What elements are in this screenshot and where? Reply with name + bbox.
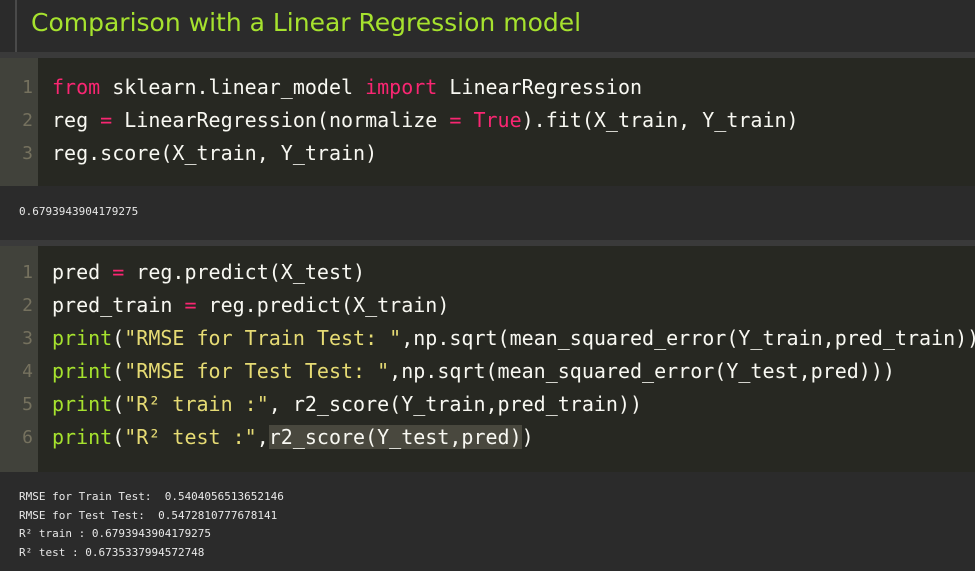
code-token: print (52, 425, 113, 449)
code-token: reg.predict(X_train) (196, 293, 450, 317)
code-text[interactable]: reg.score(X_train, Y_train) (52, 137, 377, 170)
code-line[interactable]: 6 print("R² test :",r2_score(Y_test,pred)… (0, 421, 975, 454)
code-token: print (52, 392, 113, 416)
code-text[interactable]: print("RMSE for Test Test: ",np.sqrt(mea… (52, 355, 895, 388)
code-cell-1[interactable]: 1 from sklearn.linear_model import Linear… (0, 58, 975, 186)
code-token: "R² train :" (124, 392, 269, 416)
code-token: , r2_score(Y_train,pred_train)) (268, 392, 643, 416)
cell-2-output: RMSE for Train Test: 0.5404056513652146 R… (0, 472, 975, 571)
code-line[interactable]: 2 reg = LinearRegression(normalize = True… (0, 104, 975, 137)
line-number: 3 (22, 143, 33, 164)
code-line[interactable]: 1 from sklearn.linear_model import Linear… (0, 71, 975, 104)
code-line[interactable]: 3 print("RMSE for Train Test: ",np.sqrt(m… (0, 322, 975, 355)
code-token: "RMSE for Test Test: " (124, 359, 390, 383)
line-number: 1 (22, 77, 33, 98)
line-number: 2 (22, 110, 33, 131)
code-text[interactable]: print("RMSE for Train Test: ",np.sqrt(me… (52, 322, 975, 355)
line-number: 2 (22, 295, 33, 316)
line-number: 4 (22, 361, 33, 382)
code-token: , (256, 425, 269, 449)
code-text[interactable]: reg = LinearRegression(normalize = True)… (52, 104, 799, 137)
output-line: RMSE for Train Test: 0.5404056513652146 (19, 490, 284, 503)
code-token: reg (52, 108, 101, 132)
line-number: 1 (22, 262, 33, 283)
code-token: = (112, 260, 125, 284)
code-token: True (473, 108, 522, 132)
code-token: print (52, 359, 113, 383)
line-number: 3 (22, 328, 33, 349)
markdown-cell[interactable]: Comparison with a Linear Regression mode… (0, 0, 975, 52)
code-token: LinearRegression (437, 75, 643, 99)
code-text[interactable]: print("R² train :", r2_score(Y_train,pre… (52, 388, 642, 421)
output-line: RMSE for Test Test: 0.5472810777678141 (19, 508, 278, 522)
code-line[interactable]: 4 print("RMSE for Test Test: ",np.sqrt(me… (0, 355, 975, 388)
code-token: import (365, 75, 438, 99)
code-line[interactable]: 2 pred_train = reg.predict(X_train) (0, 289, 975, 322)
code-token: ( (112, 326, 125, 350)
code-token: pred (52, 260, 113, 284)
code-text[interactable]: pred_train = reg.predict(X_train) (52, 289, 449, 322)
code-token: ).fit(X_train, Y_train) (521, 108, 799, 132)
code-token: "RMSE for Train Test: " (124, 326, 402, 350)
code-token: = (184, 293, 197, 317)
code-token: pred_train (52, 293, 185, 317)
code-token: print (52, 326, 113, 350)
line-number: 5 (22, 394, 33, 415)
section-heading: Comparison with a Linear Regression mode… (31, 8, 582, 37)
code-token: ,np.sqrt(mean_squared_error(Y_test,pred)… (389, 359, 895, 383)
code-token: ( (112, 359, 125, 383)
code-text[interactable]: pred = reg.predict(X_test) (52, 256, 365, 289)
code-token: = (449, 108, 462, 132)
code-token: from (52, 75, 101, 99)
code-token: ( (112, 425, 125, 449)
code-token: = (100, 108, 113, 132)
code-token: ) (521, 425, 534, 449)
output-line: R² test : 0.6735337994572748 (19, 545, 205, 559)
code-text[interactable]: from sklearn.linear_model import LinearR… (52, 71, 642, 104)
code-token: LinearRegression(normalize (112, 108, 450, 132)
code-cell-2[interactable]: 1 pred = reg.predict(X_test) 2 pred_train =… (0, 246, 975, 472)
output-line: R² train : 0.6793943904179275 (19, 527, 212, 540)
code-line[interactable]: 3 reg.score(X_train, Y_train) (0, 137, 975, 170)
code-token: reg.score(X_train, Y_train) (52, 141, 378, 165)
code-line[interactable]: 5 print("R² train :", r2_score(Y_train,pr… (0, 388, 975, 421)
code-token: sklearn.linear_model (100, 75, 366, 99)
cell-1-output: 0.6793943904179275 (0, 186, 975, 240)
code-token: ,np.sqrt(mean_squared_error(Y_train,pred… (401, 326, 975, 350)
output-line: 0.6793943904179275 (19, 205, 139, 218)
code-text[interactable]: print("R² test :",r2_score(Y_test,pred)) (52, 421, 534, 454)
line-number: 6 (22, 427, 33, 448)
code-token: "R² test :" (124, 425, 257, 449)
code-token: reg.predict(X_test) (124, 260, 366, 284)
code-line[interactable]: 1 pred = reg.predict(X_test) (0, 256, 975, 289)
code-token: ( (112, 392, 125, 416)
selected-text: r2_score(Y_test,pred) (268, 425, 522, 449)
cell-divider (15, 0, 17, 52)
